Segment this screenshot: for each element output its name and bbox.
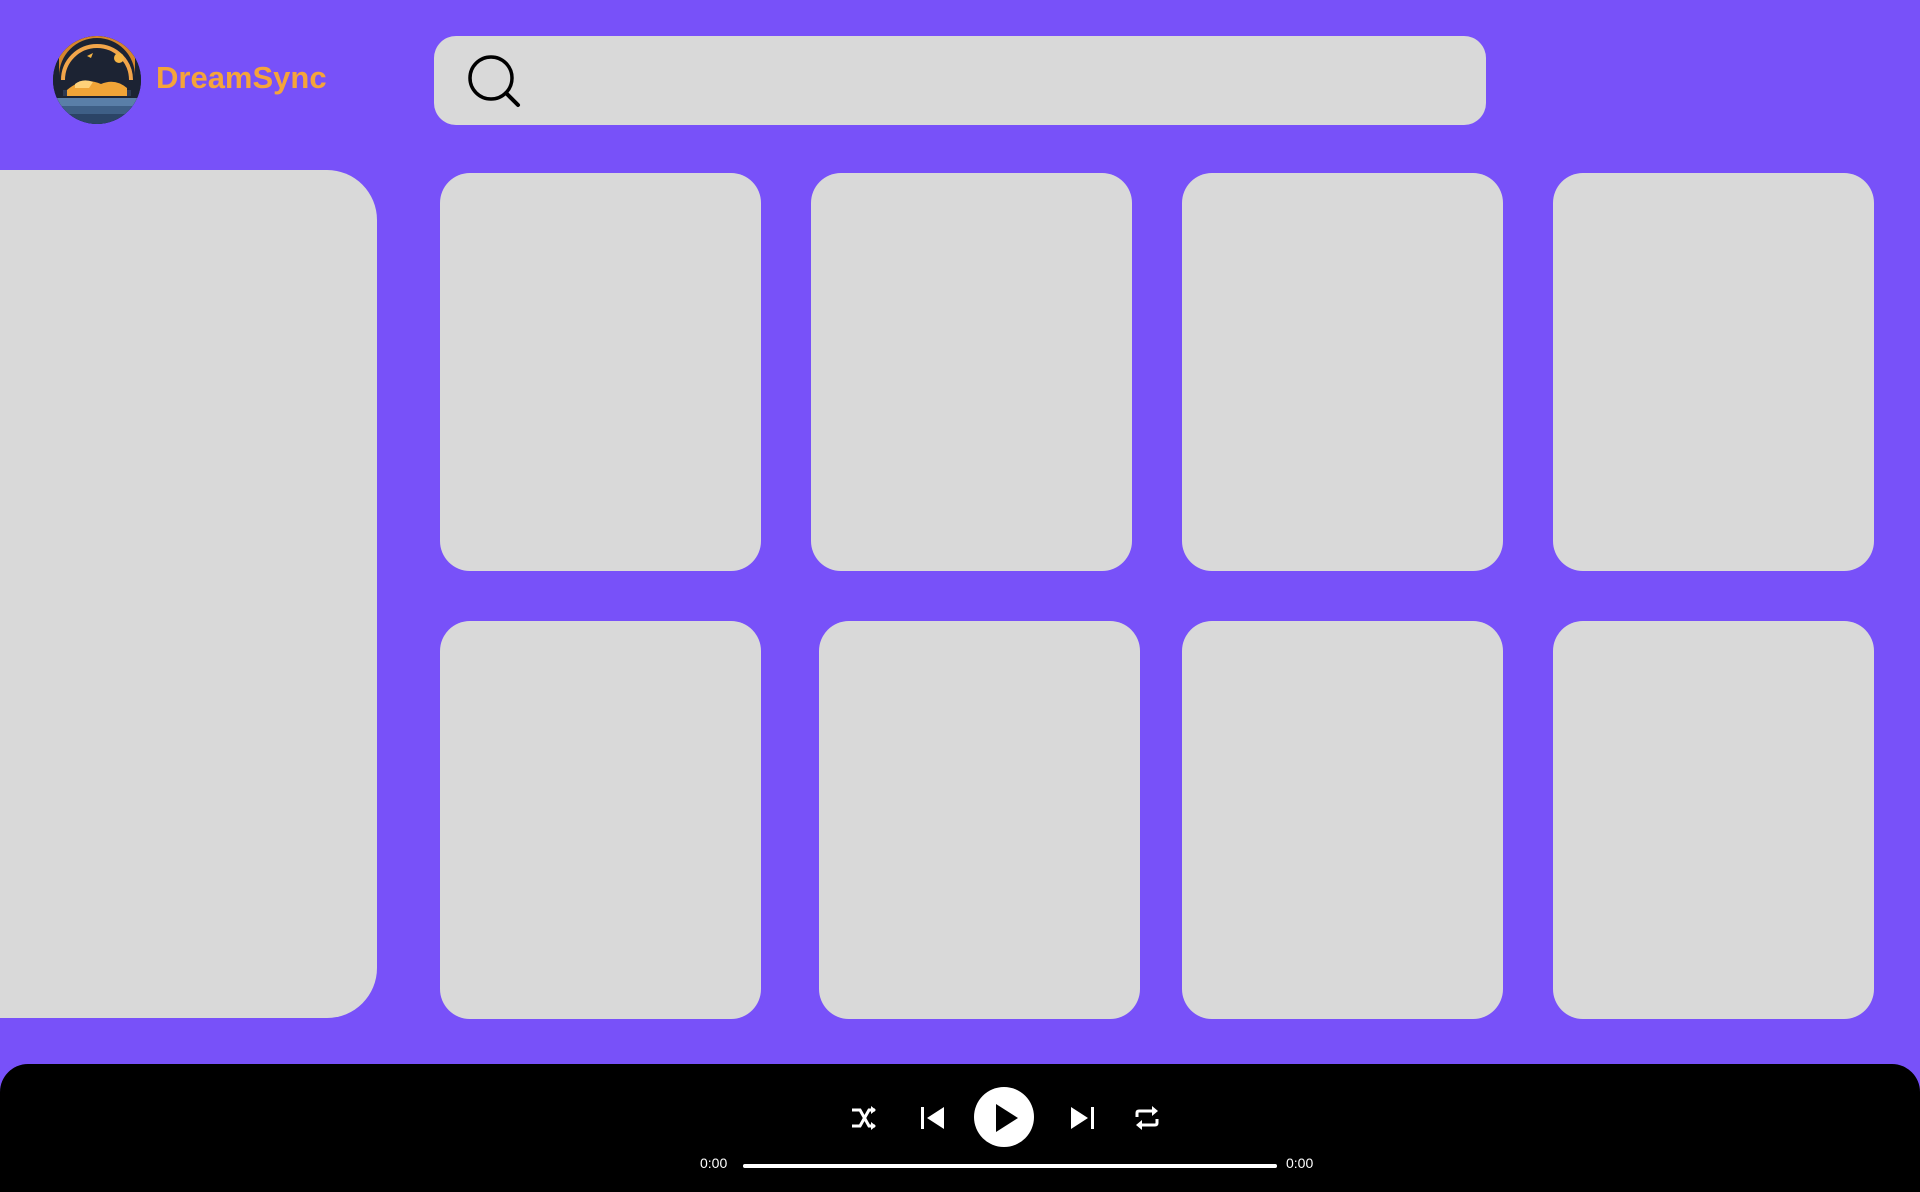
- logo-image: [53, 36, 141, 124]
- progress-bar[interactable]: [743, 1164, 1277, 1168]
- repeat-icon[interactable]: [1132, 1103, 1162, 1133]
- grid-card[interactable]: [1182, 173, 1503, 571]
- grid-card[interactable]: [811, 173, 1132, 571]
- grid-card[interactable]: [440, 173, 761, 571]
- brand-name[interactable]: DreamSync: [156, 58, 327, 98]
- player-bar: [0, 1064, 1920, 1192]
- search-bar[interactable]: [434, 36, 1486, 127]
- total-time: 0:00: [1286, 1155, 1314, 1171]
- progress-fill: [743, 1164, 1277, 1168]
- next-icon[interactable]: [1067, 1103, 1097, 1133]
- grid-card[interactable]: [1553, 621, 1874, 1019]
- grid-card[interactable]: [1553, 173, 1874, 571]
- current-time: 0:00: [700, 1155, 728, 1171]
- search-icon[interactable]: [466, 53, 524, 111]
- grid-card[interactable]: [1182, 621, 1503, 1019]
- grid-card[interactable]: [440, 621, 761, 1019]
- play-icon: [996, 1104, 1018, 1132]
- side-panel: [0, 170, 377, 1018]
- play-button[interactable]: [974, 1087, 1034, 1147]
- previous-icon[interactable]: [918, 1103, 948, 1133]
- shuffle-icon[interactable]: [849, 1103, 879, 1133]
- app-root: DreamSync 0:00 0:00: [0, 0, 1920, 1192]
- grid-card[interactable]: [819, 621, 1140, 1019]
- search-input[interactable]: [544, 36, 1468, 127]
